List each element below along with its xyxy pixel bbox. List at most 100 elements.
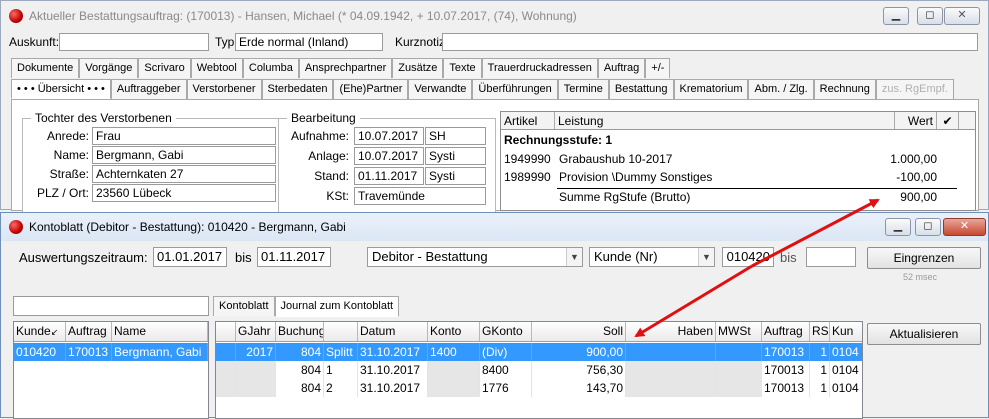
tab-row2-item[interactable]: Verstorbener	[186, 79, 262, 99]
maximize-button[interactable]: ◻	[917, 7, 943, 25]
relative-field-value[interactable]: Frau	[92, 127, 276, 145]
invoice-sum-label: Summe RgStufe (Brutto)	[559, 190, 691, 204]
relative-field-label: Anrede:	[46, 129, 89, 143]
kst-field[interactable]: Travemünde	[354, 187, 486, 205]
auskunft-field[interactable]	[59, 33, 209, 51]
journal-col-header[interactable]: Datum	[358, 322, 428, 341]
typ-field[interactable]: Erde normal (Inland)	[235, 33, 383, 51]
customer-search-input[interactable]	[13, 296, 209, 316]
minimize-button[interactable]: ▁	[885, 218, 911, 236]
processing-date-field[interactable]: 10.07.2017	[354, 127, 424, 145]
journal-col-header[interactable]: GKonto	[480, 322, 532, 341]
tab-row1-item[interactable]: Webtool	[190, 58, 243, 78]
tab-row1-item[interactable]: Scrivaro	[138, 58, 191, 78]
date-from-field[interactable]: 01.01.2017	[153, 247, 227, 267]
journal-col-header[interactable]	[324, 322, 358, 341]
tab-row2-item[interactable]: Krematorium	[673, 79, 749, 99]
cell-name: Bergmann, Gabi	[112, 343, 208, 361]
customer-row[interactable]: 010420 170013 Bergmann, Gabi	[14, 343, 208, 361]
tab-row1-item[interactable]: Texte	[443, 58, 482, 78]
journal-row[interactable]: 2017 804 Splitt 31.10.2017 1400 (Div) 900,00 17…	[216, 343, 862, 361]
journal-cell-konto	[428, 379, 480, 397]
journal-col-header[interactable]: Konto	[428, 322, 480, 341]
relative-field-value[interactable]: Achternkaten 27	[92, 165, 276, 183]
filter-button[interactable]: Eingrenzen	[867, 247, 981, 269]
processing-date-field[interactable]: 01.11.2017	[354, 167, 424, 185]
tab-row2-item[interactable]: (Ehe)Partner	[333, 79, 409, 99]
tab-row2-item[interactable]: Termine	[557, 79, 609, 99]
tab-row1-item[interactable]: Columba	[242, 58, 299, 78]
kurznotiz-field[interactable]	[442, 33, 978, 51]
journal-cell-rs: 1	[810, 361, 830, 379]
col-leistung[interactable]: Leistung	[555, 112, 895, 129]
journal-cell-auftrag: 170013	[762, 361, 810, 379]
minimize-button[interactable]: ▁	[883, 7, 909, 25]
processing-user-field[interactable]: Systi	[425, 147, 486, 165]
journal-cell-haben	[626, 361, 716, 379]
relative-field-value[interactable]: 23560 Lübeck	[92, 184, 276, 202]
tab-row2-item[interactable]: • • • Übersicht • • •	[11, 79, 111, 99]
journal-col-header[interactable]: RS	[810, 322, 830, 341]
tab-row1-item[interactable]: Ansprechpartner	[298, 58, 393, 78]
date-to-field[interactable]: 01.11.2017	[257, 247, 331, 267]
journal-col-header[interactable]: Kun	[830, 322, 862, 341]
tab-row1-item[interactable]: Vorgänge	[79, 58, 139, 78]
processing-user-field[interactable]: Systi	[425, 167, 486, 185]
close-button[interactable]: ✕	[943, 218, 986, 236]
customer-grid: Kunde↙ Auftrag Name 010420 170013 Bergmann…	[13, 321, 209, 419]
tab-row2-item[interactable]: Auftraggeber	[110, 79, 187, 99]
tab-row1-item[interactable]: Zusätze	[392, 58, 444, 78]
tab-row1-item[interactable]: Trauerdruckadressen	[481, 58, 598, 78]
tab-row1-item[interactable]: Dokumente	[11, 58, 80, 78]
journal-cell-buchung: 804	[276, 361, 324, 379]
tab-row2-item[interactable]: Rechnung	[813, 79, 876, 99]
processing-user-field[interactable]: SH	[425, 127, 486, 145]
col-kunde[interactable]: Kunde↙	[14, 322, 66, 341]
journal-col-header[interactable]	[216, 322, 236, 341]
sum-divider	[557, 188, 957, 189]
auskunft-label: Auskunft:	[9, 35, 60, 49]
tab-row2-item[interactable]: Abm. / Zlg.	[748, 79, 814, 99]
chevron-down-icon[interactable]: ▼	[698, 248, 714, 266]
account-window-titlebar[interactable]: Kontoblatt (Debitor - Bestattung): 01042…	[1, 213, 988, 241]
tab-row1-item[interactable]: Auftrag	[597, 58, 646, 78]
filter-time-label: 52 msec	[903, 272, 938, 282]
journal-row[interactable]: 804 1 31.10.2017 8400 756,30 170013 1 0104	[216, 361, 862, 379]
col-artikel[interactable]: Artikel	[501, 112, 555, 129]
tab-row2-item[interactable]: zus. RgEmpf.	[875, 79, 954, 99]
tab-row2-item[interactable]: Sterbedaten	[261, 79, 334, 99]
tab-row2-item[interactable]: Verwandte	[408, 79, 473, 99]
main-window-titlebar[interactable]: Aktueller Bestattungsauftrag: (170013) -…	[1, 1, 988, 31]
journal-col-header[interactable]: GJahr	[236, 322, 276, 341]
col-check[interactable]: ✔	[937, 112, 959, 129]
journal-col-header[interactable]: Soll	[532, 322, 626, 341]
tab-row2-item[interactable]: Bestattung	[608, 79, 674, 99]
account-from-field[interactable]: 010420	[722, 247, 774, 267]
account-to-field[interactable]	[806, 247, 856, 267]
relative-field-value[interactable]: Bergmann, Gabi	[92, 146, 276, 164]
journal-cell-rs: 1	[810, 379, 830, 397]
journal-col-header[interactable]: Buchung	[276, 322, 324, 341]
processing-field-label: Aufnahme:	[290, 129, 349, 143]
close-button[interactable]: ✕	[944, 7, 980, 25]
tab-journal[interactable]: Journal zum Kontoblatt	[274, 296, 400, 317]
col-wert[interactable]: Wert	[895, 112, 937, 129]
processing-date-field[interactable]: 10.07.2017	[354, 147, 424, 165]
account-type-select[interactable]: Debitor - Bestattung ▼	[367, 247, 583, 267]
col-name[interactable]: Name	[112, 322, 208, 341]
account-type-value: Debitor - Bestattung	[372, 249, 488, 264]
main-window-title: Aktueller Bestattungsauftrag: (170013) -…	[29, 9, 577, 23]
tab-kontoblatt[interactable]: Kontoblatt	[213, 296, 275, 316]
tab-row2-item[interactable]: Überführungen	[472, 79, 558, 99]
sort-select[interactable]: Kunde (Nr) ▼	[589, 247, 715, 267]
journal-col-header[interactable]: Auftrag	[762, 322, 810, 341]
processing-field-label: Anlage:	[308, 149, 349, 163]
journal-col-header[interactable]: Haben	[626, 322, 716, 341]
refresh-button[interactable]: Aktualisieren	[867, 323, 981, 345]
journal-col-header[interactable]: MWSt	[716, 322, 762, 341]
col-auftrag[interactable]: Auftrag	[66, 322, 112, 341]
tab-row1-item[interactable]: +/-	[645, 58, 671, 78]
journal-row[interactable]: 804 2 31.10.2017 1776 143,70 170013 1 0104	[216, 379, 862, 397]
chevron-down-icon[interactable]: ▼	[566, 248, 582, 266]
maximize-button[interactable]: ◻	[915, 218, 941, 236]
